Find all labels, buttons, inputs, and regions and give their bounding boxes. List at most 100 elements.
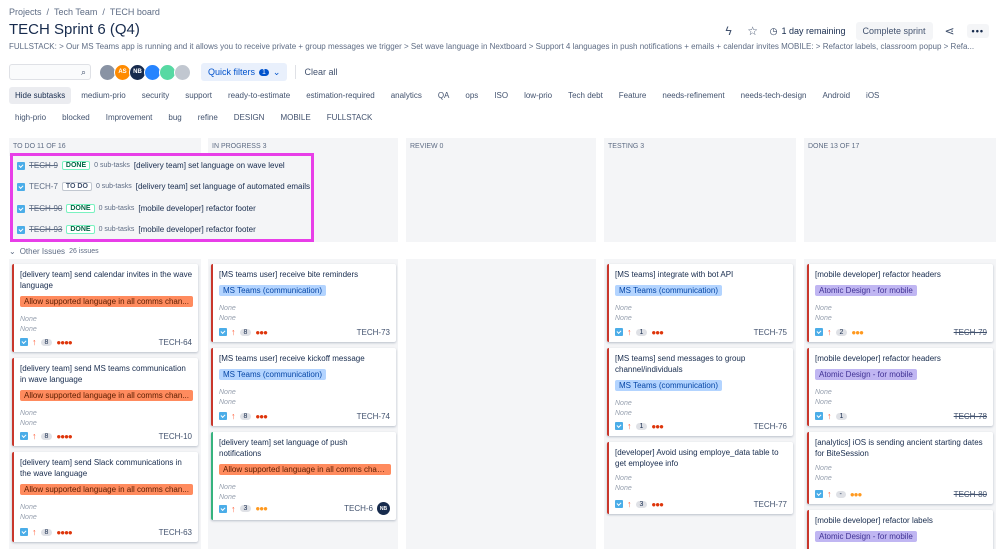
subtask-row[interactable]: TECH-9 DONE 0 sub-tasks [delivery team] … [17, 161, 285, 170]
issue-card[interactable]: [mobile developer] refactor headers Atom… [807, 264, 993, 342]
filter-chip[interactable]: MOBILE [274, 109, 316, 126]
subtask-list-highlight: TECH-9 DONE 0 sub-tasks [delivery team] … [10, 153, 314, 242]
filter-chip[interactable]: bug [162, 109, 187, 126]
card-title: [delivery team] send calendar invites in… [20, 270, 193, 290]
issue-key[interactable]: TECH-10 [159, 432, 192, 441]
issue-card[interactable]: [delivery team] send calendar invites in… [12, 264, 198, 352]
issue-key[interactable]: TECH-73 [357, 328, 390, 337]
subtask-row[interactable]: TECH-93 DONE 0 sub-tasks [mobile develop… [17, 225, 256, 234]
filter-chip[interactable]: refine [192, 109, 224, 126]
filter-chip[interactable]: medium-prio [75, 87, 131, 104]
card-title: [mobile developer] refactor headers [815, 270, 941, 279]
filter-chip[interactable]: estimation-required [300, 87, 380, 104]
quick-filters-button[interactable]: Quick filters 1 ⌄ [201, 63, 288, 81]
issue-card[interactable]: [analytics] iOS is sending ancient start… [807, 432, 993, 504]
card-title: [developer] Avoid using employe_data tab… [615, 448, 779, 468]
filter-chip[interactable]: support [179, 87, 218, 104]
issue-key[interactable]: TECH-6 [344, 504, 373, 513]
estimate-badge: 1 [635, 328, 648, 336]
subtask-row[interactable]: TECH-7 TO DO 0 sub-tasks [delivery team]… [17, 182, 310, 191]
card-footer: ↑ 3 ●●● TECH-77 [615, 499, 787, 509]
avatar[interactable] [174, 63, 191, 81]
filter-chip[interactable]: Tech debt [562, 87, 609, 104]
filter-chip[interactable]: ready-to-estimate [222, 87, 296, 104]
breadcrumb-tech-board[interactable]: TECH board [110, 7, 160, 17]
filter-chip[interactable]: QA [432, 87, 456, 104]
filter-chip[interactable]: ISO [488, 87, 514, 104]
issue-card[interactable]: [MS teams] send messages to group channe… [607, 348, 793, 436]
filter-chip[interactable]: iOS [860, 87, 885, 104]
filter-toolbar: ⌕ AS NB Quick filters 1 ⌄ Clear all [9, 63, 337, 81]
field-value: None [20, 514, 37, 521]
filter-chip[interactable]: FULLSTACK [321, 109, 379, 126]
filter-chip[interactable]: Hide subtasks [9, 87, 72, 104]
issue-key[interactable]: TECH-64 [159, 338, 192, 347]
issue-card[interactable]: [MS teams user] receive kickoff message … [211, 348, 396, 426]
column-header-review: REVIEW 0 [406, 138, 596, 156]
task-icon [815, 328, 823, 336]
clear-all-button[interactable]: Clear all [304, 67, 337, 77]
estimate-badge: 8 [40, 338, 53, 346]
subtask-key[interactable]: TECH-90 [29, 204, 62, 213]
issue-key[interactable]: TECH-74 [357, 412, 390, 421]
breadcrumb-projects[interactable]: Projects [9, 7, 42, 17]
issue-card[interactable]: [delivery team] send MS teams communicat… [12, 358, 198, 446]
issue-card[interactable]: [mobile developer] refactor headers Atom… [807, 348, 993, 426]
filter-chip[interactable]: blocked [56, 109, 96, 126]
complete-sprint-button[interactable]: Complete sprint [855, 22, 933, 40]
issue-card[interactable]: [delivery team] set language of push not… [211, 432, 396, 520]
breadcrumb-tech-team[interactable]: Tech Team [54, 7, 97, 17]
filter-chip[interactable]: low-prio [518, 87, 558, 104]
issue-card[interactable]: [delivery team] send Slack communication… [12, 452, 198, 542]
card-footer: ↑ 8 ●●●● TECH-64 [20, 337, 192, 347]
filter-chip[interactable]: needs-tech-design [735, 87, 813, 104]
card-footer: ↑ 1 ●●● TECH-76 [615, 421, 787, 431]
remaining-label: 1 day remaining [781, 26, 846, 36]
chevron-down-icon: ⌄ [9, 247, 16, 256]
card-title: [delivery team] send MS teams communicat… [20, 364, 186, 384]
sprint-remaining: ◷ 1 day remaining [770, 26, 846, 37]
search-input[interactable]: ⌕ [9, 64, 91, 80]
field-value: None [615, 315, 632, 322]
other-issues-toggle[interactable]: ⌄ Other Issues 26 issues [9, 247, 99, 256]
filter-chip[interactable]: Feature [613, 87, 653, 104]
star-icon[interactable]: ☆ [746, 24, 760, 38]
priority-high-icon: ↑ [32, 431, 37, 441]
lightning-icon[interactable]: ϟ [722, 24, 736, 38]
filter-chip[interactable]: ops [459, 87, 484, 104]
card-title: [delivery team] send Slack communication… [20, 458, 182, 478]
issue-key[interactable]: TECH-80 [954, 490, 987, 499]
epic-label: MS Teams (communication) [615, 285, 722, 296]
issue-key[interactable]: TECH-75 [754, 328, 787, 337]
filter-chip[interactable]: analytics [385, 87, 428, 104]
issue-card[interactable]: [developer] Avoid using employe_data tab… [607, 442, 793, 514]
issue-key[interactable]: TECH-76 [754, 422, 787, 431]
issue-card[interactable]: [mobile developer] refactor labels Atomi… [807, 510, 993, 549]
assignee-avatar[interactable]: NB [377, 502, 390, 515]
issue-key[interactable]: TECH-79 [954, 328, 987, 337]
issue-key[interactable]: TECH-78 [954, 412, 987, 421]
subtask-key[interactable]: TECH-7 [29, 182, 58, 191]
subtask-row[interactable]: TECH-90 DONE 0 sub-tasks [mobile develop… [17, 204, 256, 213]
filter-chip[interactable]: needs-refinement [656, 87, 730, 104]
issue-card[interactable]: [MS teams user] receive bite reminders M… [211, 264, 396, 342]
share-icon[interactable]: ⋖ [943, 24, 957, 38]
issue-key[interactable]: TECH-63 [159, 528, 192, 537]
issue-card[interactable]: [MS teams] integrate with bot API MS Tea… [607, 264, 793, 342]
priority-dots-icon: ●●● [651, 499, 663, 509]
field-value: None [219, 305, 236, 312]
filter-chip[interactable]: high-prio [9, 109, 52, 126]
issue-key[interactable]: TECH-77 [754, 500, 787, 509]
subtask-key[interactable]: TECH-93 [29, 225, 62, 234]
field-value: None [815, 465, 832, 472]
task-icon [17, 225, 25, 234]
subtask-key[interactable]: TECH-9 [29, 161, 58, 170]
filter-chip[interactable]: Android [816, 87, 856, 104]
other-issues-count: 26 issues [69, 248, 99, 255]
filter-chip[interactable]: security [136, 87, 176, 104]
more-actions-button[interactable]: ••• [966, 24, 989, 38]
estimate-badge: 1 [835, 412, 848, 420]
filter-chip[interactable]: DESIGN [228, 109, 271, 126]
lane-bg [604, 156, 796, 242]
filter-chip[interactable]: Improvement [100, 109, 159, 126]
